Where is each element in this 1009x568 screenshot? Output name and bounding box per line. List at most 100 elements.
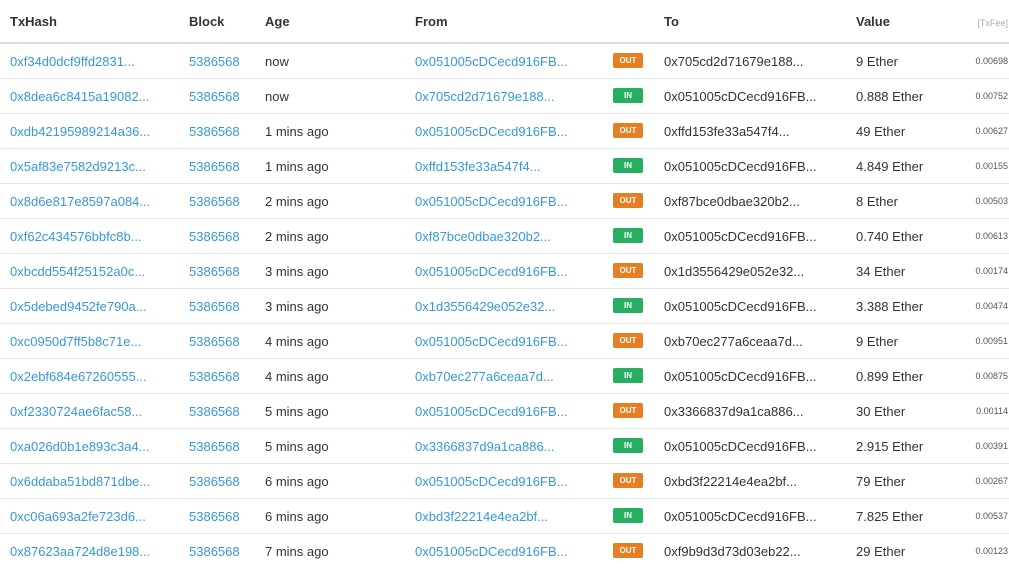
header-row: TxHash Block Age From To Value [TxFee] [0, 0, 1009, 43]
age-cell: now [265, 43, 415, 79]
from-address-link[interactable]: 0x051005cDCecd916FB... [415, 404, 567, 419]
txhash-link[interactable]: 0xf34d0dcf9ffd2831... [10, 54, 135, 69]
txhash-cell: 0x8d6e817e8597a084... [0, 184, 189, 219]
txhash-link[interactable]: 0xdb42195989214a36... [10, 124, 150, 139]
table-row: 0xa026d0b1e893c3a4...53865685 mins ago0x… [0, 429, 1009, 464]
from-cell: 0xb70ec277a6ceaa7d... [415, 359, 608, 394]
txhash-cell: 0xc06a693a2fe723d6... [0, 499, 189, 534]
from-address-link[interactable]: 0x051005cDCecd916FB... [415, 334, 567, 349]
txfee-cell: 0.00391 [968, 429, 1009, 464]
block-link[interactable]: 5386568 [189, 159, 240, 174]
column-header-age: Age [265, 0, 415, 43]
from-address-link[interactable]: 0xb70ec277a6ceaa7d... [415, 369, 554, 384]
txfee-cell: 0.00267 [968, 464, 1009, 499]
from-address-link[interactable]: 0x051005cDCecd916FB... [415, 544, 567, 559]
age-cell: 1 mins ago [265, 149, 415, 184]
from-address-link[interactable]: 0xbd3f22214e4ea2bf... [415, 509, 548, 524]
txhash-link[interactable]: 0x8dea6c8415a19082... [10, 89, 150, 104]
value-cell: 8 Ether [856, 184, 968, 219]
txhash-link[interactable]: 0xf62c434576bbfc8b... [10, 229, 142, 244]
from-address-link[interactable]: 0x3366837d9a1ca886... [415, 439, 555, 454]
block-cell: 5386568 [189, 534, 265, 568]
value-cell: 49 Ether [856, 114, 968, 149]
txhash-link[interactable]: 0x8d6e817e8597a084... [10, 194, 150, 209]
direction-cell: OUT [608, 254, 664, 289]
from-address-link[interactable]: 0x051005cDCecd916FB... [415, 264, 567, 279]
block-cell: 5386568 [189, 394, 265, 429]
block-link[interactable]: 5386568 [189, 124, 240, 139]
direction-badge: OUT [613, 123, 643, 138]
txhash-link[interactable]: 0x87623aa724d8e198... [10, 544, 150, 559]
block-cell: 5386568 [189, 254, 265, 289]
from-cell: 0x705cd2d71679e188... [415, 79, 608, 114]
from-address-link[interactable]: 0x051005cDCecd916FB... [415, 54, 567, 69]
txhash-link[interactable]: 0x6ddaba51bd871dbe... [10, 474, 150, 489]
age-cell: now [265, 79, 415, 114]
from-cell: 0xf87bce0dbae320b2... [415, 219, 608, 254]
txfee-cell: 0.00627 [968, 114, 1009, 149]
txhash-link[interactable]: 0xf2330724ae6fac58... [10, 404, 142, 419]
direction-badge: IN [613, 438, 643, 453]
column-header-from: From [415, 0, 608, 43]
block-link[interactable]: 5386568 [189, 54, 240, 69]
from-address-link[interactable]: 0xffd153fe33a547f4... [415, 159, 541, 174]
txhash-link[interactable]: 0xc06a693a2fe723d6... [10, 509, 146, 524]
txhash-cell: 0x8dea6c8415a19082... [0, 79, 189, 114]
txfee-cell: 0.00114 [968, 394, 1009, 429]
to-address: 0x051005cDCecd916FB... [664, 289, 856, 324]
txhash-link[interactable]: 0x5af83e7582d9213c... [10, 159, 146, 174]
table-header: TxHash Block Age From To Value [TxFee] [0, 0, 1009, 43]
txhash-link[interactable]: 0xa026d0b1e893c3a4... [10, 439, 150, 454]
from-cell: 0x051005cDCecd916FB... [415, 464, 608, 499]
txhash-cell: 0xdb42195989214a36... [0, 114, 189, 149]
to-address: 0xf87bce0dbae320b2... [664, 184, 856, 219]
txhash-cell: 0x2ebf684e67260555... [0, 359, 189, 394]
block-link[interactable]: 5386568 [189, 89, 240, 104]
txhash-link[interactable]: 0xc0950d7ff5b8c71e... [10, 334, 141, 349]
block-link[interactable]: 5386568 [189, 299, 240, 314]
column-header-block: Block [189, 0, 265, 43]
value-cell: 29 Ether [856, 534, 968, 568]
block-link[interactable]: 5386568 [189, 369, 240, 384]
from-cell: 0x051005cDCecd916FB... [415, 324, 608, 359]
table-row: 0x8dea6c8415a19082... 5386568 now0x705cd2d… [0, 79, 1009, 114]
direction-badge: IN [613, 508, 643, 523]
from-address-link[interactable]: 0x705cd2d71679e188... [415, 89, 555, 104]
block-link[interactable]: 5386568 [189, 544, 240, 559]
block-link[interactable]: 5386568 [189, 229, 240, 244]
block-cell: 5386568 [189, 499, 265, 534]
block-link[interactable]: 5386568 [189, 334, 240, 349]
block-cell: 5386568 [189, 464, 265, 499]
direction-cell: IN [608, 289, 664, 324]
txhash-link[interactable]: 0xbcdd554f25152a0c... [10, 264, 145, 279]
age-cell: 6 mins ago [265, 464, 415, 499]
block-cell: 5386568 [189, 359, 265, 394]
from-cell: 0x051005cDCecd916FB... [415, 43, 608, 79]
txfee-cell: 0.00123 [968, 534, 1009, 568]
block-link[interactable]: 5386568 [189, 404, 240, 419]
block-link[interactable]: 5386568 [189, 194, 240, 209]
block-cell: 5386568 [189, 429, 265, 464]
block-link[interactable]: 5386568 [189, 474, 240, 489]
txhash-cell: 0xbcdd554f25152a0c... [0, 254, 189, 289]
value-cell: 4.849 Ether [856, 149, 968, 184]
txhash-link[interactable]: 0x2ebf684e67260555... [10, 369, 147, 384]
from-address-link[interactable]: 0x1d3556429e052e32... [415, 299, 555, 314]
direction-badge: OUT [613, 473, 643, 488]
direction-cell: IN [608, 219, 664, 254]
from-address-link[interactable]: 0xf87bce0dbae320b2... [415, 229, 551, 244]
from-address-link[interactable]: 0x051005cDCecd916FB... [415, 124, 567, 139]
block-link[interactable]: 5386568 [189, 439, 240, 454]
value-cell: 9 Ether [856, 324, 968, 359]
block-link[interactable]: 5386568 [189, 264, 240, 279]
from-address-link[interactable]: 0x051005cDCecd916FB... [415, 474, 567, 489]
block-link[interactable]: 5386568 [189, 509, 240, 524]
txhash-link[interactable]: 0x5debed9452fe790a... [10, 299, 147, 314]
txhash-cell: 0x6ddaba51bd871dbe... [0, 464, 189, 499]
from-address-link[interactable]: 0x051005cDCecd916FB... [415, 194, 567, 209]
table-row: 0xc06a693a2fe723d6...53865686 mins ago0x… [0, 499, 1009, 534]
txhash-cell: 0x5af83e7582d9213c... [0, 149, 189, 184]
age-cell: 4 mins ago [265, 324, 415, 359]
from-cell: 0x051005cDCecd916FB... [415, 254, 608, 289]
to-address: 0x051005cDCecd916FB... [664, 79, 856, 114]
